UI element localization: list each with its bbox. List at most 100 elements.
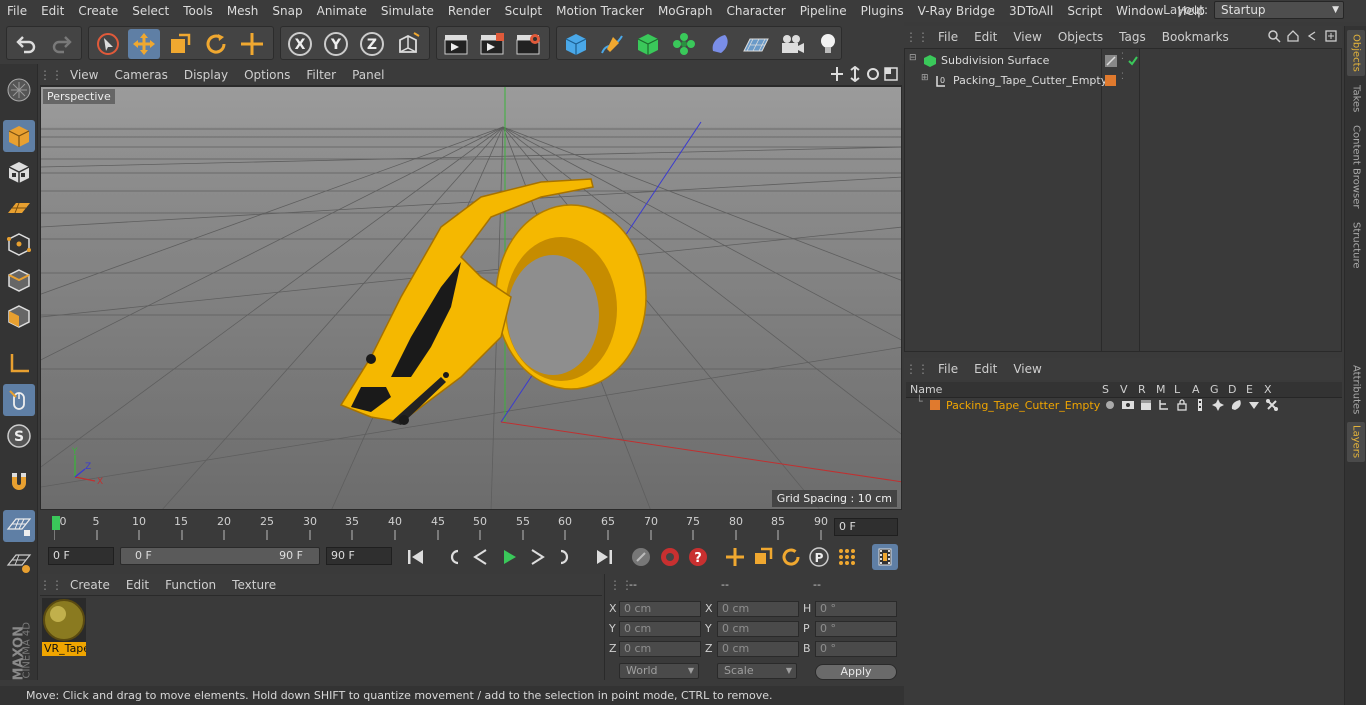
render-clapper-icon[interactable] bbox=[1140, 399, 1152, 411]
menu-tools[interactable]: Tools bbox=[176, 0, 220, 22]
layout-dropdown[interactable]: Startup ▼ bbox=[1214, 1, 1344, 19]
scale-tool-button[interactable] bbox=[164, 29, 196, 59]
move-tool-button[interactable] bbox=[128, 29, 160, 59]
object-menu-objects[interactable]: Objects bbox=[1050, 30, 1111, 44]
viewport-menu-options[interactable]: Options bbox=[236, 68, 298, 82]
autokey-button[interactable] bbox=[657, 544, 683, 570]
expand-icon[interactable]: ⊞ bbox=[921, 73, 929, 83]
pos-y-field[interactable]: 0 cm bbox=[619, 621, 701, 637]
menu-script[interactable]: Script bbox=[1060, 0, 1109, 22]
search-icon[interactable] bbox=[1267, 29, 1281, 43]
column-name[interactable]: Name bbox=[910, 383, 942, 396]
pen-spline-button[interactable] bbox=[596, 29, 628, 59]
menu-window[interactable]: Window bbox=[1109, 0, 1170, 22]
enable-snap-grid-button[interactable] bbox=[3, 510, 35, 542]
tab-structure[interactable]: Structure bbox=[1347, 218, 1365, 272]
menu-motion-tracker[interactable]: Motion Tracker bbox=[549, 0, 651, 22]
eye-icon[interactable] bbox=[1122, 400, 1134, 410]
snap-button[interactable] bbox=[3, 466, 35, 498]
render-settings-button[interactable] bbox=[512, 29, 544, 59]
tab-layers[interactable]: Layers bbox=[1347, 422, 1365, 462]
column-xref[interactable]: X bbox=[1264, 383, 1272, 396]
manager-tree-icon[interactable] bbox=[1158, 399, 1170, 411]
layer-color-swatch[interactable] bbox=[1105, 75, 1116, 86]
visibility-dots-icon[interactable]: ⁚ bbox=[1121, 72, 1124, 82]
back-icon[interactable] bbox=[1305, 29, 1319, 43]
axis-mode-button[interactable] bbox=[3, 348, 35, 380]
pos-z-field[interactable]: 0 cm bbox=[619, 641, 701, 657]
polygons-mode-button[interactable] bbox=[3, 300, 35, 332]
apply-button[interactable]: Apply bbox=[815, 664, 897, 680]
lock-icon[interactable] bbox=[1176, 399, 1188, 411]
layer-menu-file[interactable]: File bbox=[930, 362, 966, 376]
menu-simulate[interactable]: Simulate bbox=[374, 0, 441, 22]
collapse-icon[interactable]: ⊟ bbox=[909, 53, 917, 63]
material-menu-function[interactable]: Function bbox=[157, 578, 224, 592]
floor-button[interactable] bbox=[740, 29, 772, 59]
material-swatch[interactable]: VR_Tape bbox=[42, 598, 86, 656]
go-to-start-button[interactable] bbox=[403, 544, 429, 570]
object-row-packing-tape-cutter[interactable]: ⊞ 0 Packing_Tape_Cutter_Empty ⁚ bbox=[905, 71, 1341, 91]
layer-menu-view[interactable]: View bbox=[1005, 362, 1049, 376]
deformer-icon[interactable] bbox=[1230, 399, 1242, 411]
menu-vray-bridge[interactable]: V-Ray Bridge bbox=[911, 0, 1002, 22]
rotate-tool-button[interactable] bbox=[200, 29, 232, 59]
texture-mode-button[interactable] bbox=[3, 156, 35, 188]
transform-tool-button[interactable] bbox=[236, 29, 268, 59]
go-to-end-button[interactable] bbox=[591, 544, 617, 570]
live-selection-button[interactable] bbox=[92, 29, 124, 59]
edges-mode-button[interactable] bbox=[3, 264, 35, 296]
coordinate-system-button[interactable] bbox=[392, 29, 424, 59]
model-mode-button[interactable] bbox=[3, 120, 35, 152]
x-axis-button[interactable]: X bbox=[284, 29, 316, 59]
viewport-camera-label[interactable]: Perspective bbox=[43, 89, 115, 104]
menu-mesh[interactable]: Mesh bbox=[220, 0, 266, 22]
record-pla-button[interactable] bbox=[834, 544, 860, 570]
points-mode-button[interactable] bbox=[3, 228, 35, 260]
menu-select[interactable]: Select bbox=[125, 0, 176, 22]
tab-takes[interactable]: Takes bbox=[1347, 82, 1365, 116]
size-z-field[interactable]: 0 cm bbox=[717, 641, 799, 657]
record-parameter-button[interactable]: P bbox=[806, 544, 832, 570]
viewport-menu-display[interactable]: Display bbox=[176, 68, 236, 82]
rot-h-field[interactable]: 0 ° bbox=[815, 601, 897, 617]
viewport-menu-view[interactable]: View bbox=[62, 68, 106, 82]
timeline-ruler[interactable]: 0 5 10 15 20 25 30 35 40 45 50 55 60 65 … bbox=[40, 512, 902, 542]
start-frame-field[interactable]: 0 F bbox=[48, 547, 114, 565]
menu-character[interactable]: Character bbox=[719, 0, 792, 22]
menu-edit[interactable]: Edit bbox=[34, 0, 71, 22]
size-x-field[interactable]: 0 cm bbox=[717, 601, 799, 617]
rot-p-field[interactable]: 0 ° bbox=[815, 621, 897, 637]
new-view-icon[interactable] bbox=[1324, 29, 1338, 43]
animation-icon[interactable] bbox=[1194, 399, 1206, 411]
previous-frame-button[interactable] bbox=[468, 544, 494, 570]
z-axis-button[interactable]: Z bbox=[356, 29, 388, 59]
record-active-objects-button[interactable] bbox=[628, 544, 654, 570]
play-button[interactable] bbox=[496, 544, 522, 570]
visibility-dots-icon[interactable]: ⁚ bbox=[1121, 52, 1124, 62]
layer-color-swatch[interactable] bbox=[930, 400, 940, 410]
maximize-view-icon[interactable] bbox=[884, 66, 898, 82]
redo-button[interactable] bbox=[46, 29, 78, 59]
camera-button[interactable] bbox=[776, 29, 808, 59]
column-view[interactable]: V bbox=[1120, 383, 1128, 396]
perspective-viewport[interactable]: Y X Z Perspective Grid Spacing : 10 cm bbox=[40, 86, 902, 510]
rot-b-field[interactable]: 0 ° bbox=[815, 641, 897, 657]
menu-sculpt[interactable]: Sculpt bbox=[498, 0, 549, 22]
object-menu-edit[interactable]: Edit bbox=[966, 30, 1005, 44]
menu-create[interactable]: Create bbox=[71, 0, 125, 22]
expression-icon[interactable] bbox=[1248, 399, 1260, 411]
undo-button[interactable] bbox=[10, 29, 42, 59]
record-rotation-button[interactable] bbox=[778, 544, 804, 570]
material-menu-edit[interactable]: Edit bbox=[118, 578, 157, 592]
orbit-icon[interactable] bbox=[866, 66, 880, 82]
layer-row[interactable]: └ Packing_Tape_Cutter_Empty bbox=[906, 395, 1342, 414]
material-name[interactable]: VR_Tape bbox=[42, 642, 86, 656]
coordinate-mode-dropdown[interactable]: Scale ▼ bbox=[717, 663, 797, 679]
object-menu-tags[interactable]: Tags bbox=[1111, 30, 1154, 44]
menu-pipeline[interactable]: Pipeline bbox=[793, 0, 854, 22]
pan-icon[interactable] bbox=[830, 66, 844, 82]
column-deformers[interactable]: D bbox=[1228, 383, 1236, 396]
object-menu-view[interactable]: View bbox=[1005, 30, 1049, 44]
column-animation[interactable]: A bbox=[1192, 383, 1200, 396]
